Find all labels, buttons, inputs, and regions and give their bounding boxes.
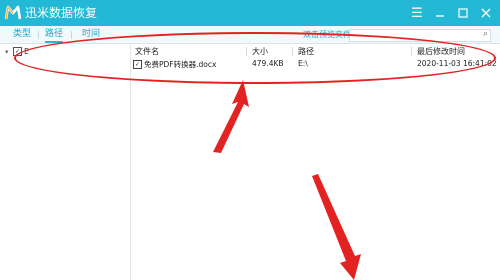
app-title: 迅米数据恢复 bbox=[25, 6, 98, 20]
file-size-cell: 479.4KB bbox=[252, 59, 284, 68]
file-name-cell: 免费PDF转换器.docx bbox=[144, 60, 217, 69]
column-divider[interactable] bbox=[246, 47, 247, 56]
tab-divider bbox=[38, 31, 39, 39]
close-icon[interactable] bbox=[476, 3, 496, 23]
collapse-triangle-icon[interactable]: ▾ bbox=[5, 48, 13, 56]
column-header-modified[interactable]: 最后修改时间 bbox=[417, 46, 465, 57]
title-bar: 迅米数据恢复 ☰ bbox=[0, 0, 500, 26]
minimize-icon[interactable] bbox=[430, 3, 450, 23]
tab-type[interactable]: 类型 bbox=[13, 28, 31, 40]
file-path-cell: E:\ bbox=[298, 59, 308, 68]
search-icon[interactable]: ⌕ bbox=[483, 29, 488, 39]
column-divider[interactable] bbox=[292, 47, 293, 56]
column-header-size[interactable]: 大小 bbox=[252, 46, 268, 57]
column-header-name[interactable]: 文件名 bbox=[135, 46, 159, 57]
column-divider[interactable] bbox=[411, 47, 412, 56]
app-logo bbox=[4, 5, 22, 20]
checkbox-checked-icon[interactable]: ✓ bbox=[13, 47, 22, 56]
menu-icon[interactable]: ☰ bbox=[407, 3, 427, 23]
tab-time[interactable]: 时间 bbox=[82, 28, 100, 40]
maximize-icon[interactable] bbox=[453, 3, 473, 23]
table-row[interactable]: ✓ 免费PDF转换器.docx 479.4KB E:\ 2020-11-03 1… bbox=[131, 58, 500, 71]
search-input[interactable]: ⌕ bbox=[349, 29, 491, 42]
tree-item-drive[interactable]: ▾ ✓ E bbox=[5, 47, 29, 56]
row-checkbox[interactable]: ✓ bbox=[133, 60, 142, 69]
file-modified-cell: 2020-11-03 16:41:02 bbox=[417, 59, 497, 68]
tab-divider bbox=[71, 31, 72, 39]
tab-path[interactable]: 路径 bbox=[45, 28, 64, 43]
folder-tree-panel: ▾ ✓ E bbox=[0, 44, 131, 280]
arrow-down bbox=[312, 174, 361, 280]
tree-item-label: E bbox=[24, 47, 30, 56]
arrow-up bbox=[213, 80, 249, 153]
column-header-path[interactable]: 路径 bbox=[298, 46, 314, 57]
preview-hint-link[interactable]: 双击预览文件 bbox=[303, 29, 351, 40]
table-header: 文件名 大小 路径 最后修改时间 bbox=[131, 44, 500, 58]
